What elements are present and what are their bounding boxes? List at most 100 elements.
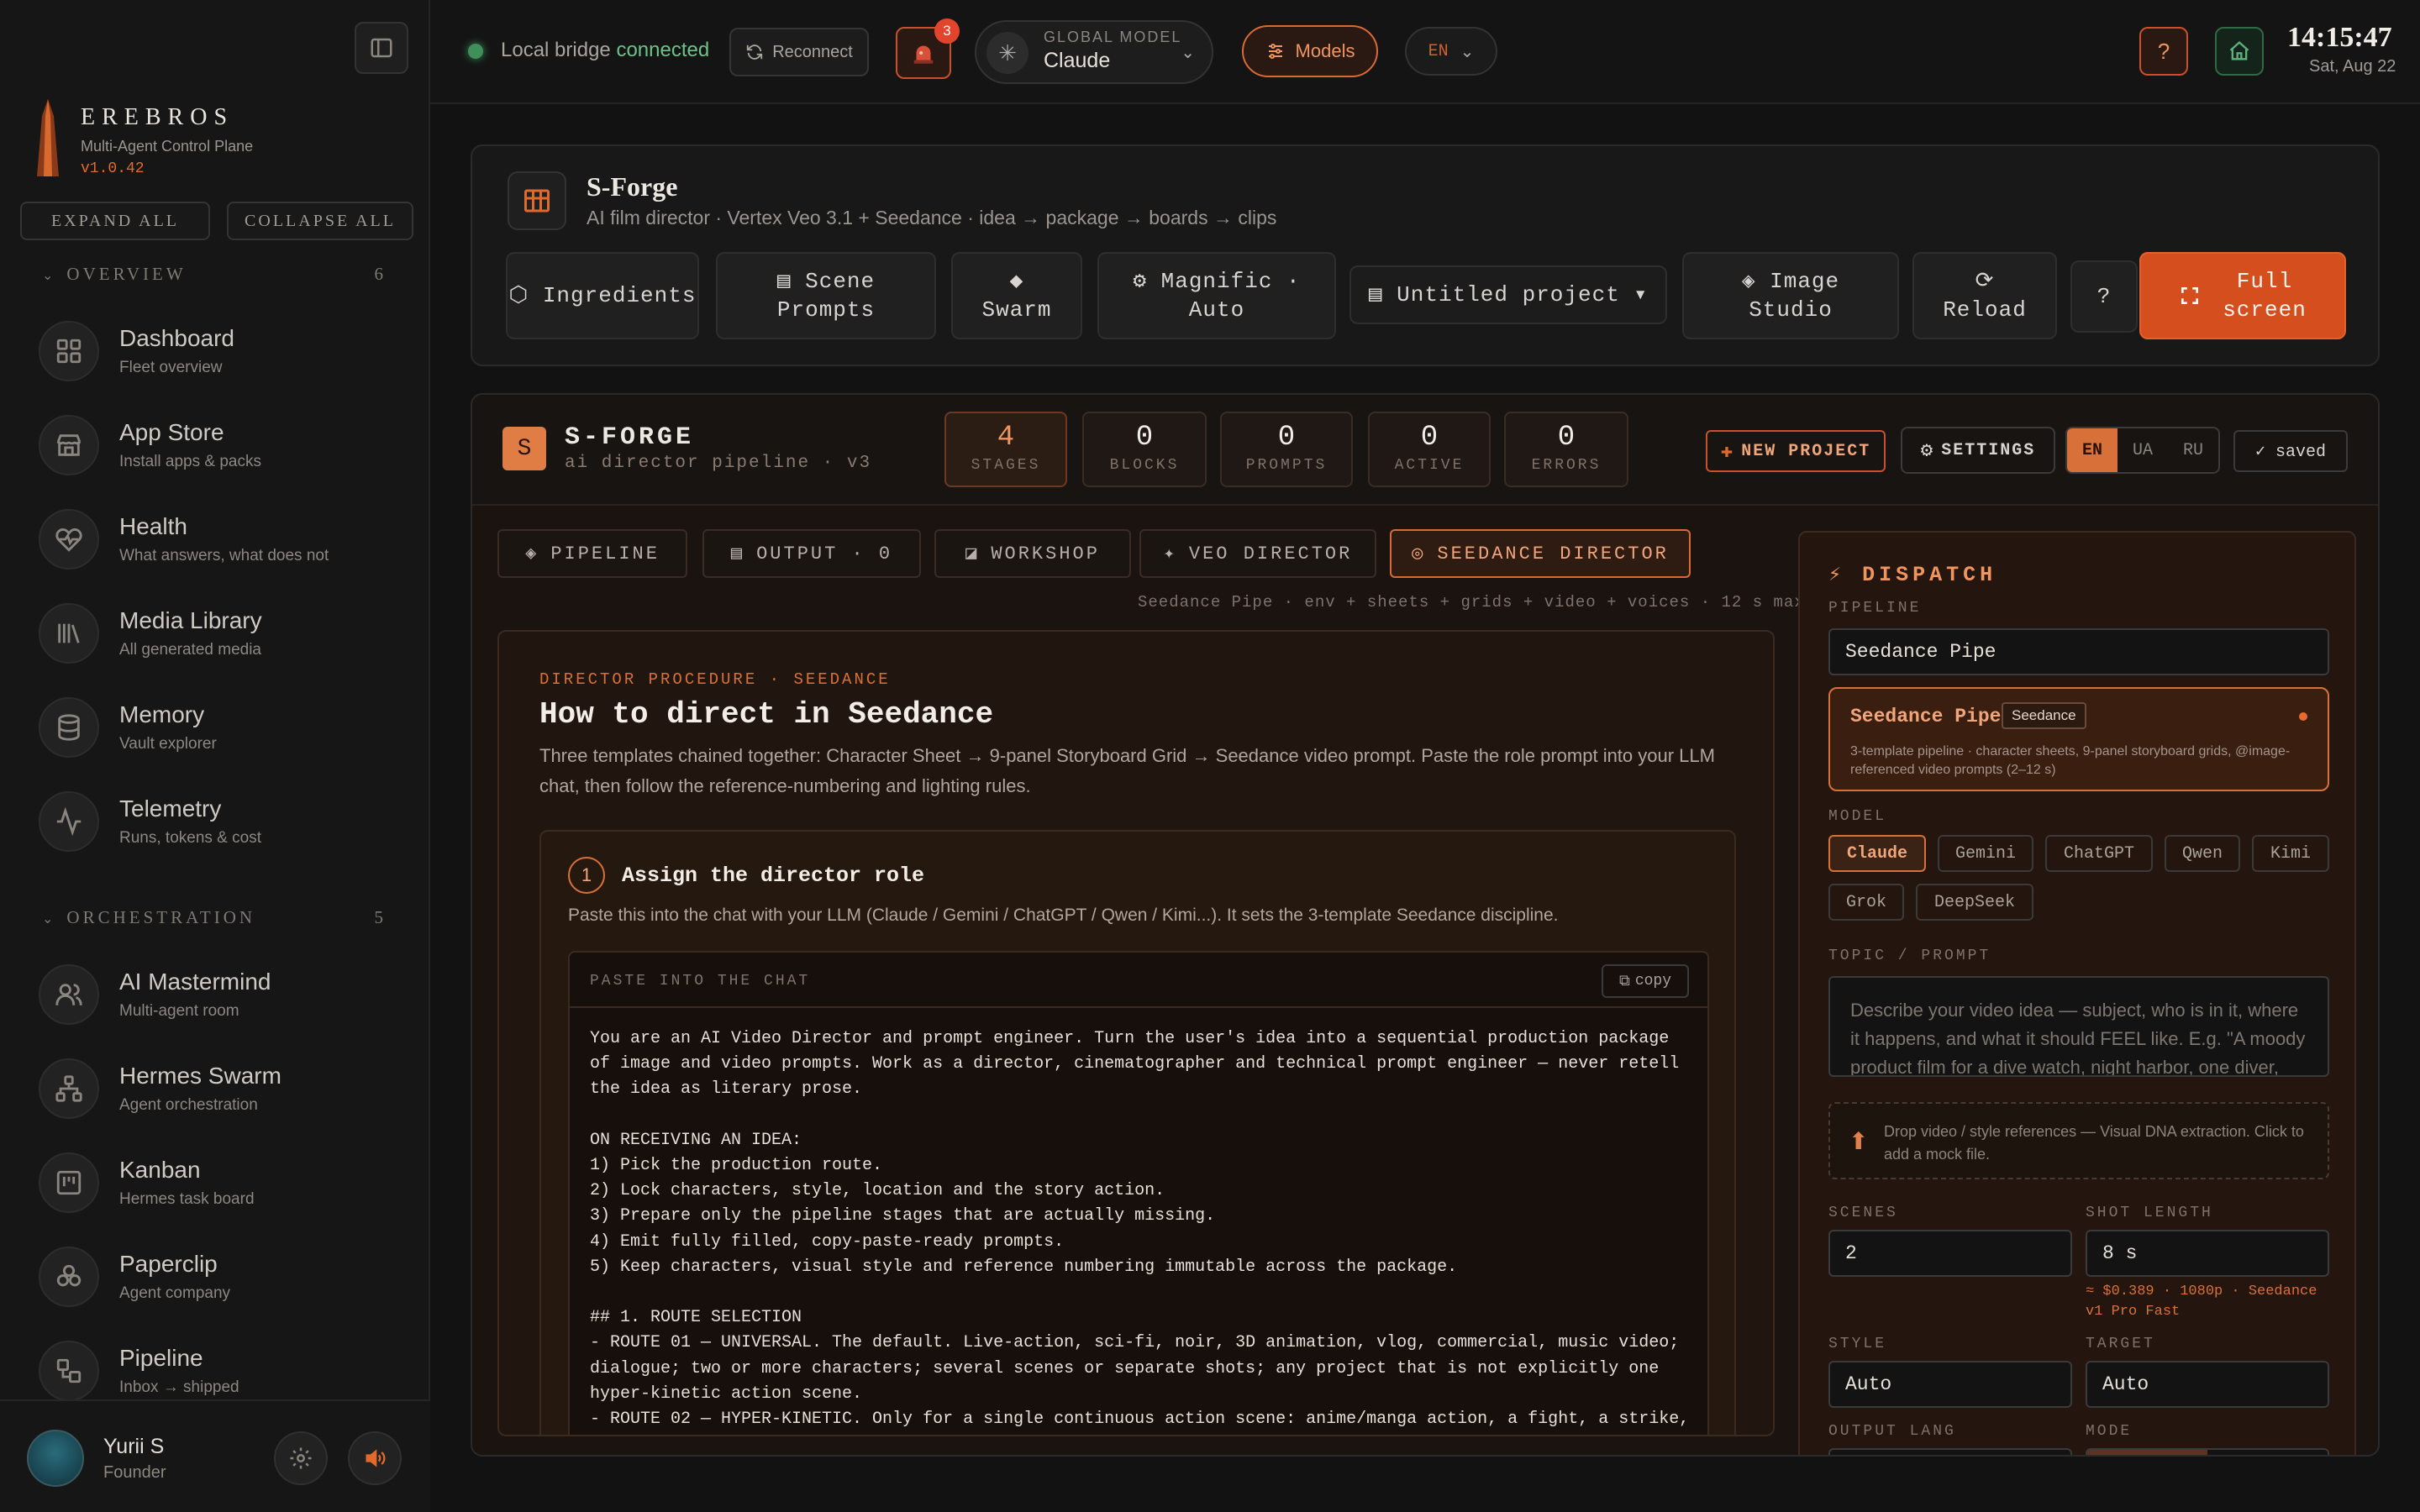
- director-procedure-card: DIRECTOR PROCEDURE · SEEDANCE How to dir…: [497, 630, 1775, 1436]
- settings-label: SETTINGS: [1941, 440, 2036, 460]
- model-chip-gemini[interactable]: Gemini: [1938, 835, 2033, 872]
- alert-count-badge: 3: [934, 18, 960, 44]
- nav-subtitle: Fleet overview: [119, 359, 223, 376]
- stat-errors: 0 ERRORS: [1504, 412, 1628, 487]
- section-overview[interactable]: ⌄ OVERVIEW 6: [42, 264, 387, 285]
- sidebar-item-hermes-swarm[interactable]: Hermes Swarm Agent orchestration: [39, 1058, 281, 1119]
- stat-value: 0: [1420, 422, 1439, 454]
- sound-button[interactable]: [348, 1431, 402, 1485]
- tab-pipeline[interactable]: ◈ PIPELINE: [497, 529, 687, 578]
- tab-veo-director[interactable]: ✦ VEO DIRECTOR: [1139, 529, 1376, 578]
- reference-dropzone[interactable]: ⬆ Drop video / style references — Visual…: [1828, 1102, 2329, 1179]
- model-chip-claude[interactable]: Claude: [1828, 835, 1926, 872]
- model-chip-grok[interactable]: Grok: [1828, 884, 1904, 921]
- home-button[interactable]: [2215, 27, 2264, 76]
- model-chip-kimi[interactable]: Kimi: [2252, 835, 2329, 872]
- scene-prompts-button[interactable]: ▤ Scene Prompts: [716, 252, 936, 339]
- sidebar-item-media-library[interactable]: Media Library All generated media: [39, 603, 262, 664]
- procedure-title: How to direct in Seedance: [539, 697, 994, 732]
- topic-prompt-textarea[interactable]: Describe your video idea — subject, who …: [1828, 976, 2329, 1077]
- shot-length-input[interactable]: 8 s: [2086, 1230, 2329, 1277]
- nav-title: Telemetry: [119, 795, 222, 822]
- language-value: EN: [1428, 41, 1449, 61]
- model-label: MODEL: [1828, 808, 1887, 825]
- nav-title: Dashboard: [119, 325, 234, 351]
- sidebar-item-telemetry[interactable]: Telemetry Runs, tokens & cost: [39, 791, 261, 852]
- stat-value: 0: [1557, 422, 1576, 454]
- tab-output[interactable]: ▤ OUTPUT · 0: [702, 529, 921, 578]
- style-select[interactable]: Auto: [1828, 1361, 2072, 1408]
- help-button[interactable]: ?: [2070, 260, 2138, 333]
- chevron-down-icon: ⌄: [1460, 42, 1475, 61]
- sidebar-item-dashboard[interactable]: Dashboard Fleet overview: [39, 321, 234, 381]
- lang-ru-button[interactable]: RU: [2168, 428, 2218, 472]
- mode-toggle[interactable]: [2086, 1448, 2329, 1455]
- user-role: Founder: [103, 1463, 166, 1482]
- upload-icon: ⬆: [1849, 1128, 1869, 1154]
- network-icon: [39, 1058, 99, 1119]
- brand-version: v1.0.42: [81, 160, 145, 177]
- stat-label: PROMPTS: [1245, 457, 1328, 474]
- magnific-auto-button[interactable]: ⚙ Magnific · Auto: [1097, 252, 1336, 339]
- image-studio-button[interactable]: ◈ Image Studio: [1682, 252, 1899, 339]
- user-name: Yurii S: [103, 1435, 165, 1458]
- settings-button[interactable]: ⚙ SETTINGS: [1901, 427, 2055, 474]
- reload-button[interactable]: ⟳ Reload: [1912, 252, 2057, 339]
- nav-subtitle: Inbox → shipped: [119, 1378, 239, 1396]
- avatar[interactable]: [27, 1430, 84, 1487]
- models-button[interactable]: Models: [1242, 25, 1378, 77]
- user-panel: Yurii S Founder: [0, 1399, 430, 1512]
- pipeline-input[interactable]: Seedance Pipe: [1828, 628, 2329, 675]
- tower-logo-icon: [37, 99, 59, 176]
- gear-icon: ⚙: [1920, 440, 1935, 463]
- prompt-code-block[interactable]: PASTE INTO THE CHAT ⧉ copy You are an AI …: [568, 951, 1709, 1435]
- sidebar-item-pipeline[interactable]: Pipeline Inbox → shipped: [39, 1341, 239, 1401]
- model-chip-deepseek[interactable]: DeepSeek: [1916, 884, 2033, 921]
- sforge-header-panel: S-Forge AI film director · Vertex Veo 3.…: [471, 144, 2380, 366]
- reconnect-label: Reconnect: [772, 42, 853, 61]
- lang-ua-button[interactable]: UA: [2118, 428, 2168, 472]
- pipeline-card-seedance[interactable]: Seedance Pipe Seedance 3-template pipeli…: [1828, 687, 2329, 791]
- sidebar-item-ai-mastermind[interactable]: AI Mastermind Multi-agent room: [39, 964, 271, 1025]
- nav-subtitle: Multi-agent room: [119, 1002, 239, 1020]
- stat-blocks: 0 BLOCKS: [1082, 412, 1207, 487]
- project-select[interactable]: ▤ Untitled project ▾: [1349, 265, 1667, 324]
- copy-button[interactable]: ⧉ copy: [1602, 964, 1689, 998]
- new-project-button[interactable]: ✚ NEW PROJECT: [1706, 430, 1886, 472]
- collapse-all-button[interactable]: COLLAPSE ALL: [227, 202, 413, 240]
- sidebar-item-paperclip[interactable]: Paperclip Agent company: [39, 1247, 230, 1307]
- language-select[interactable]: EN ⌄: [1405, 27, 1497, 76]
- sidebar-item-health[interactable]: Health What answers, what does not: [39, 509, 329, 570]
- heart-pulse-icon: [39, 509, 99, 570]
- global-model-select[interactable]: ✳ GLOBAL MODEL Claude ⌄: [975, 20, 1213, 84]
- scenes-input[interactable]: 2: [1828, 1230, 2072, 1277]
- sidebar-toggle-button[interactable]: [355, 22, 408, 74]
- section-label: ORCHESTRATION: [66, 907, 256, 927]
- reconnect-button[interactable]: Reconnect: [729, 28, 869, 76]
- fullscreen-button[interactable]: Full screen: [2139, 252, 2346, 339]
- sidebar-item-app-store[interactable]: App Store Install apps & packs: [39, 415, 261, 475]
- output-lang-select[interactable]: [1828, 1448, 2072, 1455]
- tab-seedance-director[interactable]: ◎ SEEDANCE DIRECTOR: [1390, 529, 1691, 578]
- help-button[interactable]: ?: [2139, 27, 2188, 76]
- topbar: Local bridge connected Reconnect 3 ✳ GLO…: [430, 0, 2420, 104]
- expand-all-button[interactable]: EXPAND ALL: [20, 202, 210, 240]
- tab-label: VEO DIRECTOR: [1188, 543, 1353, 564]
- stat-label: BLOCKS: [1109, 457, 1180, 474]
- library-icon: [39, 603, 99, 664]
- sidebar-item-memory[interactable]: Memory Vault explorer: [39, 697, 217, 758]
- alerts-button[interactable]: 3: [896, 18, 960, 79]
- ingredients-button[interactable]: ⬡ Ingredients: [506, 252, 699, 339]
- tab-workshop[interactable]: ◪ WORKSHOP: [934, 529, 1131, 578]
- model-chip-qwen[interactable]: Qwen: [2165, 835, 2240, 872]
- lang-en-button[interactable]: EN: [2067, 428, 2118, 472]
- dispatch-title-label: DISPATCH: [1862, 563, 1997, 587]
- settings-button[interactable]: [274, 1431, 328, 1485]
- global-model-label: GLOBAL MODEL: [1044, 29, 1182, 45]
- sidebar-item-kanban[interactable]: Kanban Hermes task board: [39, 1152, 255, 1213]
- section-orchestration[interactable]: ⌄ ORCHESTRATION 5: [42, 907, 387, 928]
- swarm-button[interactable]: ◆ Swarm: [951, 252, 1082, 339]
- target-select[interactable]: Auto: [2086, 1361, 2329, 1408]
- model-chip-chatgpt[interactable]: ChatGPT: [2045, 835, 2153, 872]
- forge-subtitle: ai director pipeline · v3: [565, 454, 872, 473]
